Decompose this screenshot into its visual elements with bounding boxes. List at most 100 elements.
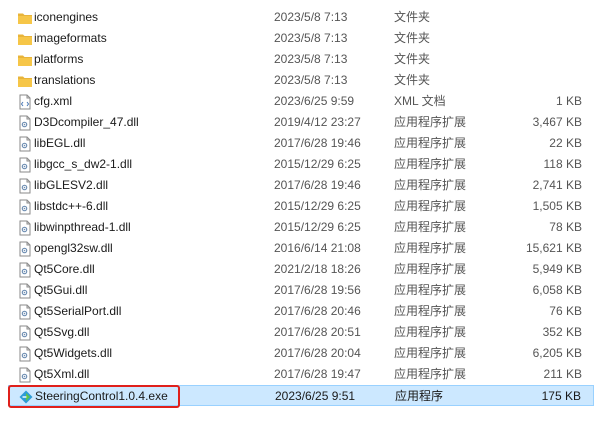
file-date-modified: 2015/12/29 6:25 xyxy=(274,199,361,213)
file-name: Qt5Gui.dll xyxy=(34,283,88,297)
file-type: 应用程序扩展 xyxy=(394,199,467,213)
file-size: 3,467 KB xyxy=(532,115,582,129)
file-name: translations xyxy=(34,73,96,87)
file-type: 文件夹 xyxy=(394,73,431,87)
file-size: 175 KB xyxy=(541,389,581,403)
file-type: 应用程序扩展 xyxy=(394,346,467,360)
file-list: iconengines 2023/5/8 7:13 文件夹 imageformats… xyxy=(0,0,603,421)
file-type: 应用程序扩展 xyxy=(394,262,467,276)
file-row[interactable]: libwinpthread-1.dll 2015/12/29 6:25 应用程序扩展… xyxy=(8,217,594,238)
file-name: platforms xyxy=(34,52,84,66)
file-date-modified: 2023/5/8 7:13 xyxy=(274,73,348,87)
file-date-modified: 2023/5/8 7:13 xyxy=(274,31,348,45)
file-row[interactable]: D3Dcompiler_47.dll 2019/4/12 23:27 应用程序扩展 3… xyxy=(8,112,594,133)
dll-file-icon xyxy=(17,241,33,257)
dll-file-icon xyxy=(17,304,33,320)
file-size: 1,505 KB xyxy=(532,199,582,213)
file-size: 76 KB xyxy=(549,304,582,318)
file-row[interactable]: libgcc_s_dw2-1.dll 2015/12/29 6:25 应用程序扩展 1… xyxy=(8,154,594,175)
file-row[interactable]: Qt5Core.dll 2021/2/18 18:26 应用程序扩展 5,949 KB xyxy=(8,259,594,280)
file-date-modified: 2017/6/28 20:04 xyxy=(274,346,361,360)
file-row[interactable]: cfg.xml 2023/6/25 9:59 XML 文档 1 KB xyxy=(8,91,594,112)
file-type: XML 文档 xyxy=(394,94,446,108)
file-date-modified: 2017/6/28 19:46 xyxy=(274,136,361,150)
file-name: imageformats xyxy=(34,31,107,45)
file-row[interactable]: Qt5SerialPort.dll 2017/6/28 20:46 应用程序扩展 76… xyxy=(8,301,594,322)
file-row[interactable]: platforms 2023/5/8 7:13 文件夹 xyxy=(8,49,594,70)
file-name: libGLESV2.dll xyxy=(34,178,109,192)
dll-file-icon xyxy=(17,178,33,194)
dll-file-icon xyxy=(17,199,33,215)
dll-file-icon xyxy=(17,283,33,299)
file-date-modified: 2017/6/28 20:46 xyxy=(274,304,361,318)
file-row[interactable]: Qt5Svg.dll 2017/6/28 20:51 应用程序扩展 352 KB xyxy=(8,322,594,343)
file-size: 6,205 KB xyxy=(532,346,582,360)
file-name: libEGL.dll xyxy=(34,136,86,150)
file-row[interactable]: libstdc++-6.dll 2015/12/29 6:25 应用程序扩展 1,50… xyxy=(8,196,594,217)
file-date-modified: 2019/4/12 23:27 xyxy=(274,115,361,129)
dll-file-icon xyxy=(17,157,33,173)
file-type: 应用程序 xyxy=(395,389,444,403)
file-date-modified: 2017/6/28 19:46 xyxy=(274,178,361,192)
folder-icon xyxy=(17,10,33,26)
file-type: 应用程序扩展 xyxy=(394,220,467,234)
file-type: 应用程序扩展 xyxy=(394,115,467,129)
file-size: 2,741 KB xyxy=(532,178,582,192)
file-name: iconengines xyxy=(34,10,99,24)
file-size: 118 KB xyxy=(543,157,582,171)
file-date-modified: 2023/5/8 7:13 xyxy=(274,52,348,66)
file-date-modified: 2015/12/29 6:25 xyxy=(274,157,361,171)
file-row[interactable]: Qt5Widgets.dll 2017/6/28 20:04 应用程序扩展 6,205… xyxy=(8,343,594,364)
file-date-modified: 2023/6/25 9:59 xyxy=(274,94,355,108)
file-date-modified: 2015/12/29 6:25 xyxy=(274,220,361,234)
file-type: 文件夹 xyxy=(394,31,431,45)
file-row[interactable]: opengl32sw.dll 2016/6/14 21:08 应用程序扩展 15,62… xyxy=(8,238,594,259)
file-size: 22 KB xyxy=(549,136,582,150)
file-type: 文件夹 xyxy=(394,52,431,66)
highlight-annotation-box xyxy=(8,385,180,408)
file-row[interactable]: translations 2023/5/8 7:13 文件夹 xyxy=(8,70,594,91)
file-size: 5,949 KB xyxy=(532,262,582,276)
file-name: opengl32sw.dll xyxy=(34,241,113,255)
dll-file-icon xyxy=(17,367,33,383)
folder-icon xyxy=(17,73,33,89)
dll-file-icon xyxy=(17,262,33,278)
file-type: 应用程序扩展 xyxy=(394,304,467,318)
dll-file-icon xyxy=(17,325,33,341)
file-type: 文件夹 xyxy=(394,10,431,24)
file-type: 应用程序扩展 xyxy=(394,367,467,381)
file-date-modified: 2021/2/18 18:26 xyxy=(274,262,361,276)
folder-icon xyxy=(17,52,33,68)
file-row[interactable]: Qt5Gui.dll 2017/6/28 19:56 应用程序扩展 6,058 KB xyxy=(8,280,594,301)
file-name: libstdc++-6.dll xyxy=(34,199,109,213)
file-date-modified: 2016/6/14 21:08 xyxy=(274,241,361,255)
file-type: 应用程序扩展 xyxy=(394,241,467,255)
file-size: 1 KB xyxy=(555,94,582,108)
file-size: 211 KB xyxy=(543,367,582,381)
file-name: Qt5Xml.dll xyxy=(34,367,90,381)
file-row[interactable]: libGLESV2.dll 2017/6/28 19:46 应用程序扩展 2,741 … xyxy=(8,175,594,196)
file-name: Qt5Widgets.dll xyxy=(34,346,113,360)
file-name: libwinpthread-1.dll xyxy=(34,220,131,234)
file-row[interactable]: imageformats 2023/5/8 7:13 文件夹 xyxy=(8,28,594,49)
file-size: 352 KB xyxy=(542,325,582,339)
dll-file-icon xyxy=(17,346,33,362)
file-name: Qt5Svg.dll xyxy=(34,325,90,339)
xml-file-icon xyxy=(17,94,33,110)
file-name: Qt5Core.dll xyxy=(34,262,95,276)
file-type: 应用程序扩展 xyxy=(394,136,467,150)
dll-file-icon xyxy=(17,220,33,236)
file-size: 15,621 KB xyxy=(525,241,582,255)
file-name: libgcc_s_dw2-1.dll xyxy=(34,157,133,171)
dll-file-icon xyxy=(17,136,33,152)
file-date-modified: 2017/6/28 20:51 xyxy=(274,325,361,339)
file-date-modified: 2017/6/28 19:47 xyxy=(274,367,361,381)
file-type: 应用程序扩展 xyxy=(394,325,467,339)
file-row[interactable]: Qt5Xml.dll 2017/6/28 19:47 应用程序扩展 211 KB xyxy=(8,364,594,385)
file-type: 应用程序扩展 xyxy=(394,157,467,171)
file-date-modified: 2017/6/28 19:56 xyxy=(274,283,361,297)
file-date-modified: 2023/6/25 9:51 xyxy=(275,389,356,403)
file-row[interactable]: iconengines 2023/5/8 7:13 文件夹 xyxy=(8,7,594,28)
file-type: 应用程序扩展 xyxy=(394,283,467,297)
file-row[interactable]: libEGL.dll 2017/6/28 19:46 应用程序扩展 22 KB xyxy=(8,133,594,154)
